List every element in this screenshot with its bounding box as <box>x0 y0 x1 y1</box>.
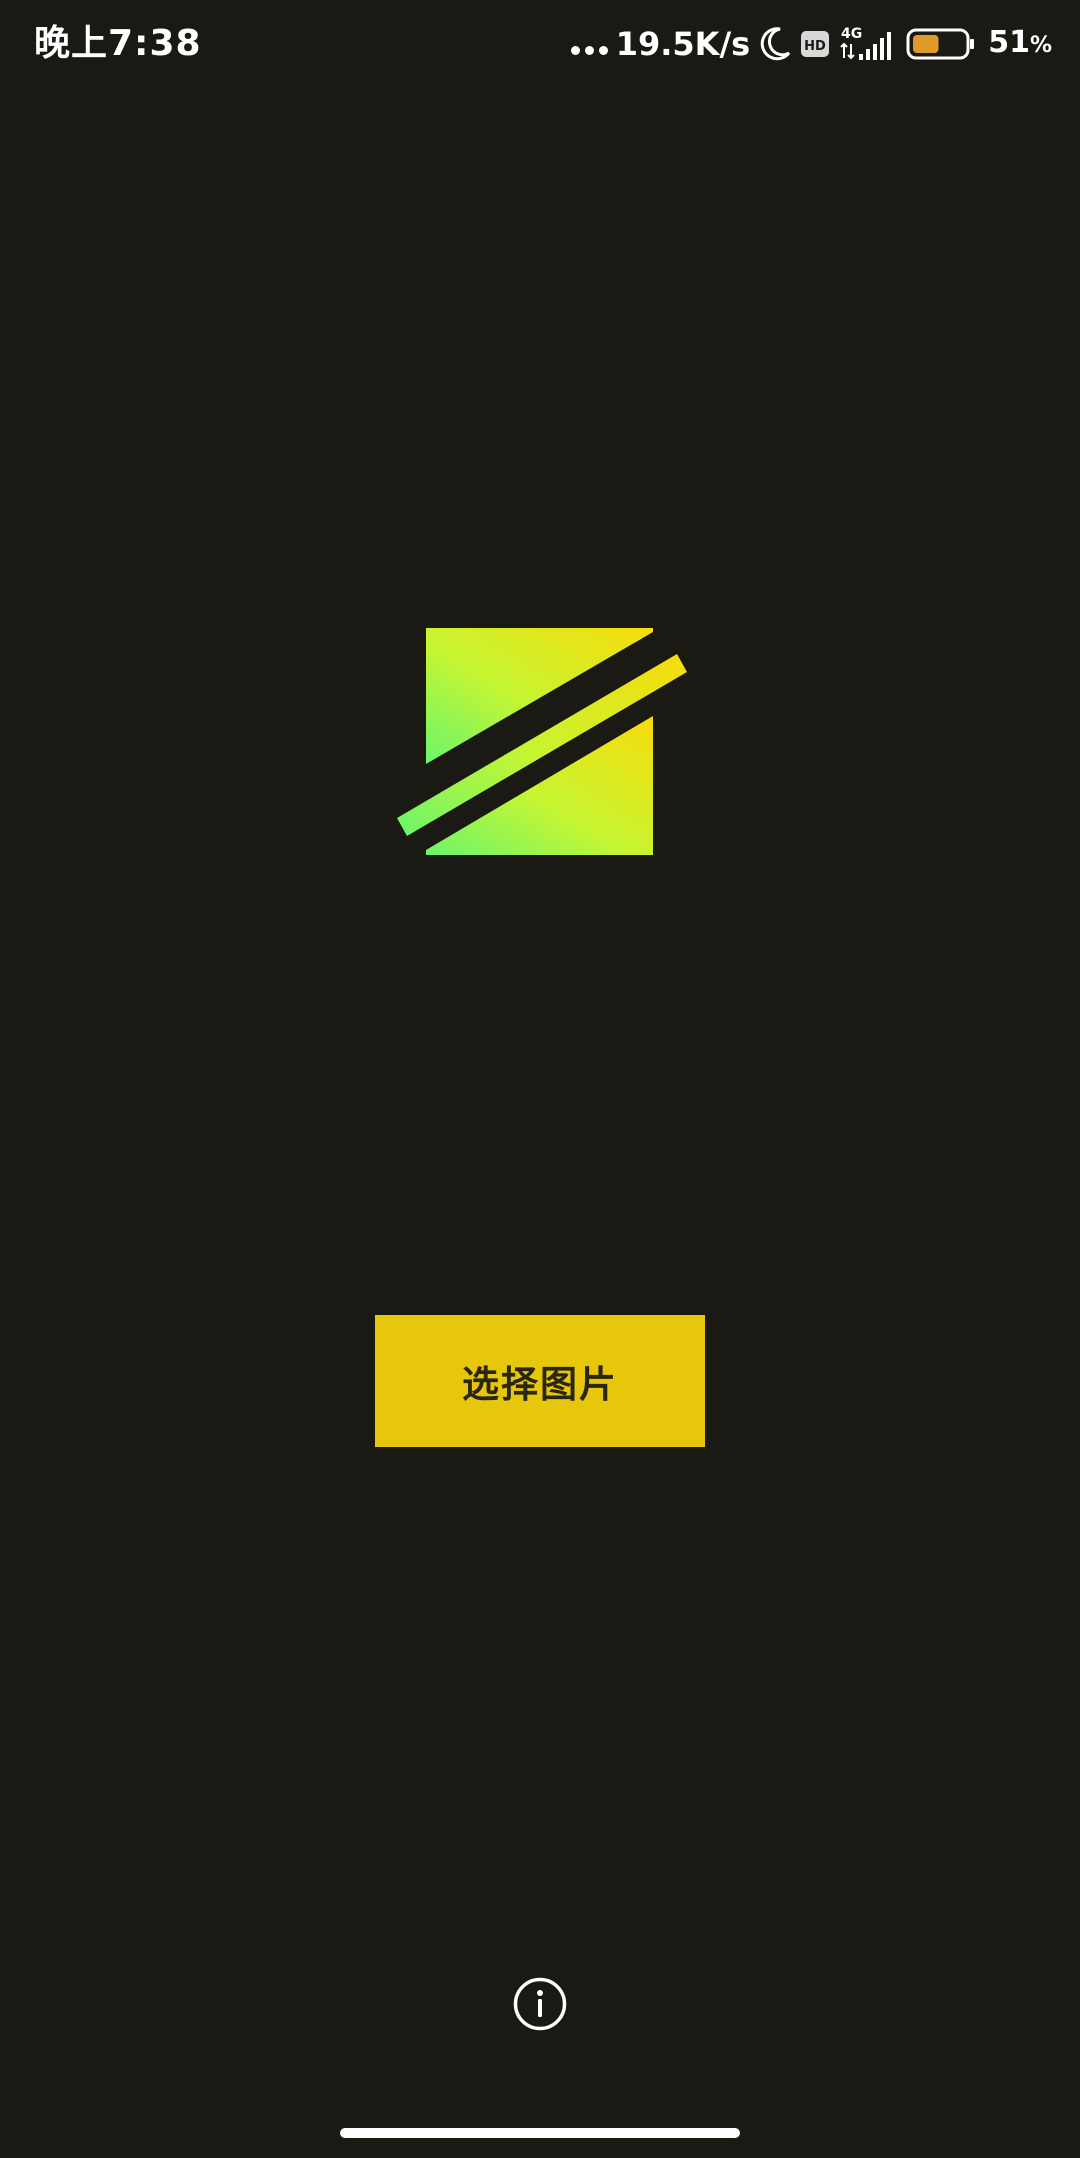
hd-icon: HD <box>800 30 830 58</box>
battery-percentage: 51% <box>988 19 1052 70</box>
signal-icon: 4G <box>838 24 898 64</box>
status-time: 晚上7:38 <box>34 23 202 64</box>
app-logo <box>397 628 687 855</box>
battery-percent-value: 51 <box>988 24 1030 60</box>
select-image-button[interactable]: 选择图片 <box>375 1315 705 1447</box>
home-indicator[interactable] <box>340 2128 740 2138</box>
status-bar: 晚上7:38 19.5K/s HD 4G 51% <box>0 0 1080 90</box>
status-indicators: 19.5K/s HD 4G 51% <box>570 19 1052 70</box>
network-speed: 19.5K/s <box>615 25 751 63</box>
battery-percent-symbol: % <box>1029 32 1052 58</box>
hd-badge-text: HD <box>804 39 826 54</box>
network-type: 4G <box>841 26 862 42</box>
info-icon[interactable] <box>513 1977 567 2031</box>
moon-icon <box>758 26 792 62</box>
more-notifications-icon <box>570 45 608 55</box>
app-screen: 晚上7:38 19.5K/s HD 4G 51% 选择图片 <box>0 0 1080 2158</box>
battery-icon <box>906 27 976 61</box>
